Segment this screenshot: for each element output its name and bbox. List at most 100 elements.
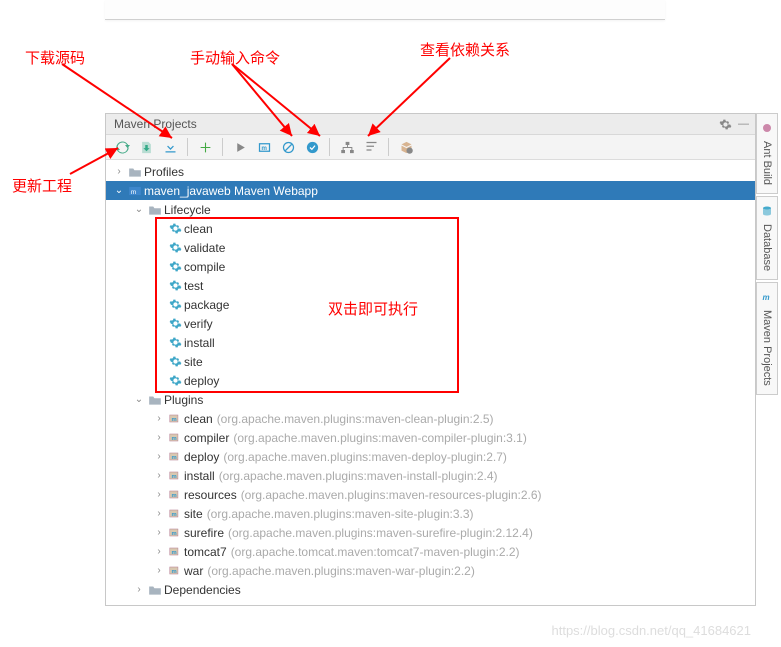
svg-text:m: m (172, 436, 177, 442)
lifecycle-item[interactable]: verify (106, 314, 755, 333)
tree-node-lifecycle[interactable]: ⌄ Lifecycle (106, 200, 755, 219)
lifecycle-item[interactable]: site (106, 352, 755, 371)
tree-label: Plugins (164, 393, 203, 407)
maven-settings-button[interactable] (396, 137, 416, 157)
tree-label: tomcat7 (184, 545, 227, 559)
svg-text:m: m (172, 531, 177, 537)
tree-label: test (184, 279, 203, 293)
toggle-offline-button[interactable] (302, 137, 322, 157)
side-tab-maven-projects[interactable]: m Maven Projects (756, 282, 778, 395)
database-icon (761, 205, 773, 220)
plugin-item[interactable]: ›msurefire(org.apache.maven.plugins:mave… (106, 523, 755, 542)
tree-node-profiles[interactable]: › Profiles (106, 162, 755, 181)
maven-icon: m (761, 291, 773, 306)
plugin-icon: m (166, 469, 184, 482)
tree-label: Profiles (144, 165, 184, 179)
gear-icon (166, 279, 184, 292)
maven-project-icon: m (126, 185, 144, 197)
plugin-coords: (org.apache.maven.plugins:maven-war-plug… (207, 564, 474, 578)
tree-label: site (184, 507, 203, 521)
gear-icon (166, 374, 184, 387)
lifecycle-item[interactable]: install (106, 333, 755, 352)
execute-goal-button[interactable]: m (254, 137, 274, 157)
toolbar: m (106, 135, 755, 160)
toolbar-separator (388, 138, 389, 156)
lifecycle-item[interactable]: deploy (106, 371, 755, 390)
tree-label: validate (184, 241, 225, 255)
chevron-right-icon: › (152, 527, 166, 538)
folder-icon (126, 166, 144, 178)
plugin-item[interactable]: ›mdeploy(org.apache.maven.plugins:maven-… (106, 447, 755, 466)
toolbar-separator (222, 138, 223, 156)
folder-icon (146, 204, 164, 216)
svg-text:m: m (172, 417, 177, 423)
tree-label: package (184, 298, 229, 312)
project-tree: › Profiles ⌄ m maven_javaweb Maven Webap… (106, 160, 755, 605)
add-project-button[interactable] (195, 137, 215, 157)
maven-projects-panel: Maven Projects — m (105, 113, 756, 606)
reimport-button[interactable] (112, 137, 132, 157)
plugin-icon: m (166, 431, 184, 444)
tree-node-project[interactable]: ⌄ m maven_javaweb Maven Webapp (106, 181, 755, 200)
ant-icon (761, 122, 773, 137)
side-tab-ant-build[interactable]: Ant Build (756, 113, 778, 194)
gear-icon[interactable] (719, 118, 732, 131)
plugin-item[interactable]: › m resources (org.apache.maven.plugins:mav… (106, 485, 755, 504)
toggle-skip-tests-button[interactable] (278, 137, 298, 157)
chevron-down-icon: ⌄ (132, 204, 146, 215)
tree-label: Lifecycle (164, 203, 211, 217)
tree-label: deploy (184, 450, 219, 464)
chevron-right-icon: › (152, 470, 166, 481)
plugin-coords: (org.apache.maven.plugins:maven-resource… (241, 488, 542, 502)
svg-text:m: m (172, 493, 177, 499)
collapse-all-button[interactable] (361, 137, 381, 157)
chevron-down-icon: ⌄ (132, 394, 146, 405)
plugin-item[interactable]: › m compiler (org.apache.maven.plugins:mave… (106, 428, 755, 447)
gear-icon (166, 355, 184, 368)
chevron-down-icon: ⌄ (112, 185, 126, 196)
plugin-coords: (org.apache.tomcat.maven:tomcat7-maven-p… (231, 545, 520, 559)
lifecycle-item[interactable]: validate (106, 238, 755, 257)
tree-label: compiler (184, 431, 229, 445)
svg-text:m: m (763, 293, 770, 302)
window-edge (105, 0, 665, 20)
plugin-item[interactable]: ›msite(org.apache.maven.plugins:maven-si… (106, 504, 755, 523)
gear-icon (166, 222, 184, 235)
plugin-item[interactable]: ›minstall(org.apache.maven.plugins:maven… (106, 466, 755, 485)
tree-label: resources (184, 488, 237, 502)
gear-icon (166, 241, 184, 254)
folder-icon (146, 394, 164, 406)
tree-node-plugins[interactable]: ⌄ Plugins (106, 390, 755, 409)
download-sources-button[interactable] (160, 137, 180, 157)
tree-node-dependencies[interactable]: › Dependencies (106, 580, 755, 599)
chevron-right-icon: › (132, 584, 146, 595)
plugin-coords: (org.apache.maven.plugins:maven-deploy-p… (223, 450, 507, 464)
svg-text:m: m (261, 145, 267, 152)
lifecycle-item[interactable]: clean (106, 219, 755, 238)
generate-sources-button[interactable] (136, 137, 156, 157)
plugin-item[interactable]: ›mwar(org.apache.maven.plugins:maven-war… (106, 561, 755, 580)
annotation-download-source: 下载源码 (25, 47, 85, 68)
plugin-item[interactable]: ›mclean(org.apache.maven.plugins:maven-c… (106, 409, 755, 428)
show-dependencies-button[interactable] (337, 137, 357, 157)
toolbar-separator (329, 138, 330, 156)
tree-label: verify (184, 317, 213, 331)
chevron-right-icon: › (152, 489, 166, 500)
plugin-icon: m (166, 545, 184, 558)
annotation-refresh-project: 更新工程 (12, 175, 72, 196)
plugin-item[interactable]: ›mtomcat7(org.apache.tomcat.maven:tomcat… (106, 542, 755, 561)
lifecycle-item[interactable]: test (106, 276, 755, 295)
side-tab-database[interactable]: Database (756, 196, 778, 280)
hide-icon[interactable]: — (738, 114, 749, 135)
chevron-right-icon: › (152, 432, 166, 443)
run-button[interactable] (230, 137, 250, 157)
lifecycle-item[interactable]: package (106, 295, 755, 314)
tree-label: compile (184, 260, 225, 274)
plugin-coords: (org.apache.maven.plugins:maven-site-plu… (207, 507, 474, 521)
lifecycle-item[interactable]: compile (106, 257, 755, 276)
plugin-coords: (org.apache.maven.plugins:maven-install-… (219, 469, 498, 483)
tree-label: clean (184, 222, 213, 236)
svg-text:m: m (172, 569, 177, 575)
plugin-coords: (org.apache.maven.plugins:maven-compiler… (233, 431, 526, 445)
tree-label: maven_javaweb Maven Webapp (144, 184, 318, 198)
